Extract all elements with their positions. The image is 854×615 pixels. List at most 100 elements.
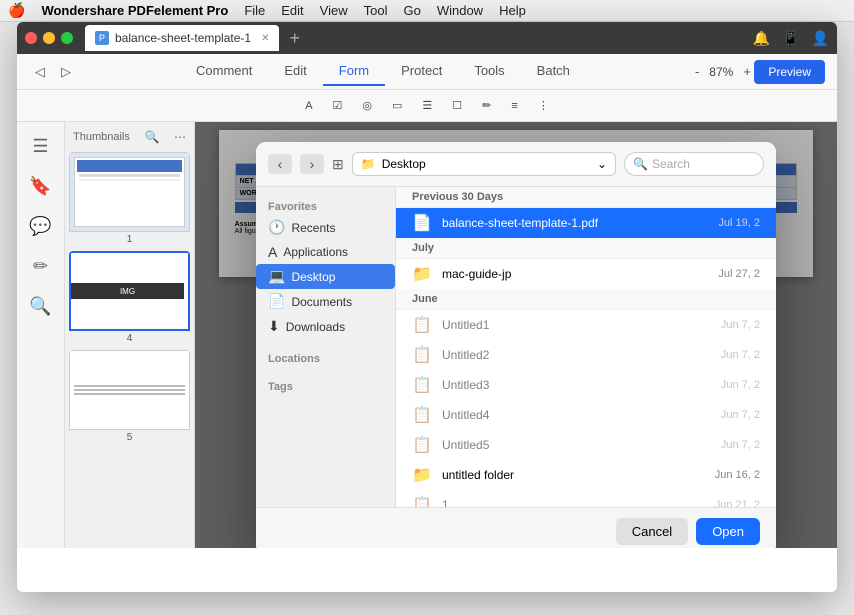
file-mac-guide[interactable]: 📁 mac-guide-jp Jul 27, 2 (396, 259, 776, 289)
radio-tool[interactable]: ◎ (354, 96, 380, 115)
file-date-1: Jun 21, 2 (715, 499, 760, 507)
sidebar-comments[interactable]: 💬 (25, 210, 57, 242)
sidebar-search[interactable]: 🔍 (25, 290, 57, 322)
file-untitled5[interactable]: 📋 Untitled5 Jun 7, 2 (396, 430, 776, 460)
file-name-u2: Untitled2 (442, 348, 711, 362)
file-date-u1: Jun 7, 2 (721, 319, 760, 331)
tab-tools[interactable]: Tools (458, 57, 520, 86)
account-icon[interactable]: 👤 (812, 30, 829, 47)
tab-batch[interactable]: Batch (521, 57, 586, 86)
menu-tool[interactable]: Tool (364, 3, 388, 18)
close-button[interactable] (25, 32, 37, 44)
thumb-page-4[interactable]: IMG 4 (69, 251, 190, 346)
zoom-decrease[interactable]: - (689, 62, 705, 81)
zoom-controls: - 87% + (689, 62, 757, 81)
text-field-tool[interactable]: A (297, 97, 320, 115)
dialog-location[interactable]: 📁 Desktop ⌄ (352, 152, 616, 176)
image-field-tool[interactable]: ✏ (474, 96, 499, 115)
page-1-num: 1 (69, 232, 190, 247)
location-chevron: ⌄ (597, 157, 607, 171)
documents-label: Documents (291, 295, 352, 309)
menu-help[interactable]: Help (499, 3, 526, 18)
folder-mac-icon: 📁 (412, 264, 432, 284)
sidebar-downloads[interactable]: ⬇ Downloads (256, 314, 395, 339)
file-dialog-overlay: ‹ › ⊞ 📁 Desktop ⌄ 🔍 Search (195, 122, 837, 548)
desktop-label: Desktop (291, 270, 335, 284)
thumb-sort-icon[interactable]: ⋯ (174, 130, 186, 144)
main-toolbar: ◁ ▷ Comment Edit Form Protect Tools Batc… (17, 54, 837, 90)
tab-comment[interactable]: Comment (180, 57, 268, 86)
app-name: Wondershare PDFelement Pro (41, 3, 228, 18)
file-untitled1[interactable]: 📋 Untitled1 Jun 7, 2 (396, 310, 776, 340)
page-5-num: 5 (69, 430, 190, 445)
file-untitled3[interactable]: 📋 Untitled3 Jun 7, 2 (396, 370, 776, 400)
tab-close-icon[interactable]: ✕ (261, 33, 269, 44)
tab-edit[interactable]: Edit (268, 57, 322, 86)
list-tool[interactable]: ☰ (414, 96, 440, 115)
folder-untitled-icon: 📁 (412, 465, 432, 485)
menu-edit[interactable]: Edit (281, 3, 303, 18)
tags-label: Tags (256, 375, 395, 395)
dialog-search-bar[interactable]: 🔍 Search (624, 152, 764, 176)
add-tab-button[interactable]: + (283, 28, 306, 49)
open-button[interactable]: Open (696, 518, 760, 545)
file-untitled4[interactable]: 📋 Untitled4 Jun 7, 2 (396, 400, 776, 430)
zoom-value: 87% (709, 65, 733, 79)
thumb-page-5[interactable]: 5 (69, 350, 190, 445)
file-untitled2[interactable]: 📋 Untitled2 Jun 7, 2 (396, 340, 776, 370)
file-balance-sheet[interactable]: 📄 balance-sheet-template-1.pdf Jul 19, 2 (396, 208, 776, 238)
thumb-search-icon[interactable]: 🔍 (144, 130, 159, 144)
back-btn[interactable]: ◁ (29, 62, 51, 82)
locations-label: Locations (256, 347, 395, 367)
file-icon-2: 📋 (412, 345, 432, 365)
file-dialog: ‹ › ⊞ 📁 Desktop ⌄ 🔍 Search (256, 142, 776, 548)
menu-window[interactable]: Window (437, 3, 483, 18)
sidebar-applications[interactable]: A Applications (256, 240, 395, 264)
thumb-page-1[interactable]: 1 (69, 152, 190, 247)
cancel-button[interactable]: Cancel (616, 518, 688, 545)
sidebar-recents[interactable]: 🕐 Recents (256, 215, 395, 240)
dialog-back-btn[interactable]: ‹ (268, 154, 292, 174)
file-icon-3: 📋 (412, 375, 432, 395)
menu-bar: 🍎 Wondershare PDFelement Pro File Edit V… (0, 0, 854, 22)
align-tool[interactable]: ≡ (503, 97, 525, 115)
mobile-icon[interactable]: 📱 (782, 30, 799, 47)
preview-button[interactable]: Preview (754, 60, 825, 84)
file-untitled-folder[interactable]: 📁 untitled folder Jun 16, 2 (396, 460, 776, 490)
dialog-forward-btn[interactable]: › (300, 154, 324, 174)
checkbox-tool[interactable]: ☑ (325, 96, 351, 115)
tab-form[interactable]: Form (323, 57, 385, 86)
forward-btn[interactable]: ▷ (55, 62, 77, 82)
file-name-1: 1 (442, 498, 705, 507)
file-icon-num1: 📋 (412, 495, 432, 507)
apple-menu[interactable]: 🍎 (8, 2, 25, 19)
form-toolbar: A ☑ ◎ ▭ ☰ ☐ ✏ ≡ ⋮ (17, 90, 837, 122)
thumbnails-label: Thumbnails (73, 131, 130, 143)
sidebar-desktop[interactable]: 💻 Desktop (256, 264, 395, 289)
more-tool[interactable]: ⋮ (530, 96, 557, 115)
dialog-view-toggle[interactable]: ⊞ (332, 156, 344, 173)
sidebar-bookmarks[interactable]: 🔖 (25, 170, 57, 202)
minimize-button[interactable] (43, 32, 55, 44)
combo-tool[interactable]: ▭ (384, 96, 410, 115)
dialog-sidebar: Favorites 🕐 Recents A Applications 💻 (256, 187, 396, 507)
maximize-button[interactable] (61, 32, 73, 44)
notification-icon[interactable]: 🔔 (753, 30, 770, 47)
sign-tool[interactable]: ☐ (444, 96, 470, 115)
menu-go[interactable]: Go (403, 3, 420, 18)
menu-view[interactable]: View (320, 3, 348, 18)
sidebar-thumbs[interactable]: ☰ (25, 130, 57, 162)
pdf-icon: 📄 (412, 213, 432, 233)
file-1[interactable]: 📋 1 Jun 21, 2 (396, 490, 776, 507)
folder-icon: 📁 (361, 157, 376, 171)
active-tab[interactable]: P balance-sheet-template-1 ✕ (85, 25, 279, 51)
file-date-u3: Jun 7, 2 (721, 379, 760, 391)
downloads-icon: ⬇ (268, 318, 280, 335)
file-date-mac: Jul 27, 2 (718, 268, 760, 280)
dialog-body: Favorites 🕐 Recents A Applications 💻 (256, 187, 776, 507)
menu-file[interactable]: File (244, 3, 265, 18)
file-date-u4: Jun 7, 2 (721, 409, 760, 421)
sidebar-documents[interactable]: 📄 Documents (256, 289, 395, 314)
tab-protect[interactable]: Protect (385, 57, 458, 86)
sidebar-edit[interactable]: ✏ (25, 250, 57, 282)
